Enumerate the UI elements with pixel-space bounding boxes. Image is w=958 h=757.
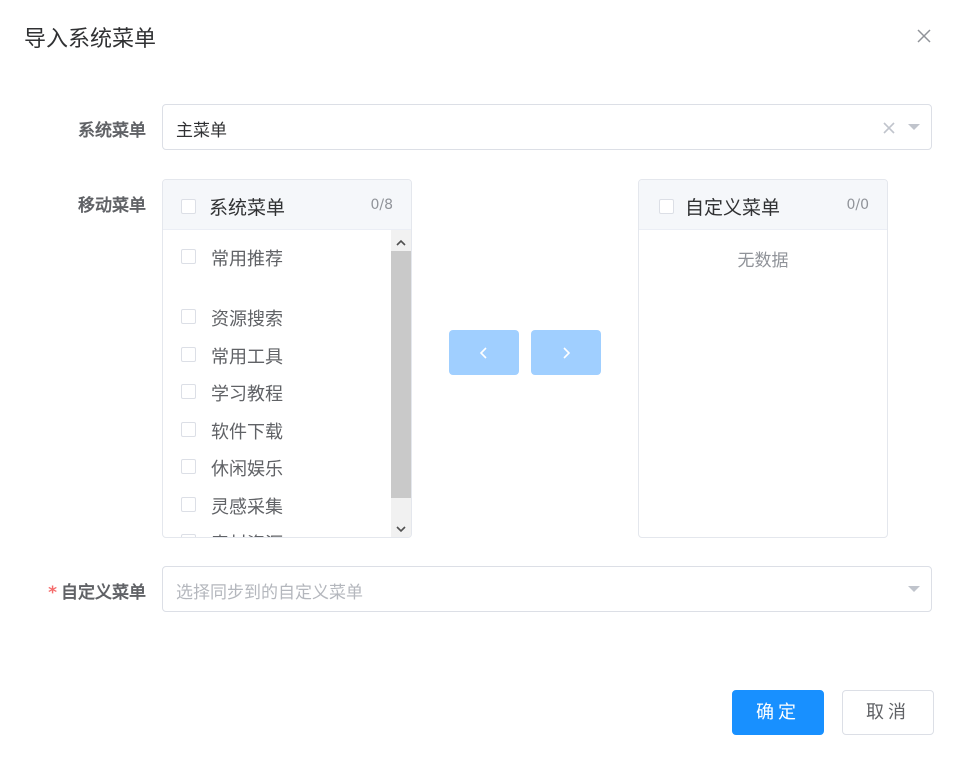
import-system-menu-dialog: 导入系统菜单 系统菜单 主菜单 移动菜单 系统菜单 0/8 常用推荐 资源搜索 …: [0, 0, 958, 757]
custom-menu-label: * 自定义菜单: [16, 578, 146, 603]
transfer-right-empty-text: 无数据: [737, 251, 789, 271]
list-item-label: 资源搜索: [211, 309, 283, 330]
transfer-left-select-all-checkbox[interactable]: [181, 199, 196, 214]
transfer-right-title: 自定义菜单: [685, 197, 781, 219]
list-item-checkbox[interactable]: [181, 384, 196, 399]
move-to-right-button[interactable]: [531, 330, 601, 375]
transfer-left-title: 系统菜单: [209, 197, 286, 219]
list-item-label: 常用推荐: [211, 249, 283, 270]
list-item[interactable]: 软件下载: [163, 415, 389, 445]
caret-down-icon: [908, 586, 920, 592]
chevron-left-icon: [479, 347, 487, 359]
scroll-down-icon[interactable]: [395, 520, 407, 533]
list-item-label: 素材资源: [211, 530, 283, 537]
transfer-left-count: 0/8: [370, 197, 393, 213]
list-item-label: 软件下载: [211, 422, 283, 443]
list-item[interactable]: 素材资源: [163, 527, 389, 537]
list-item-checkbox[interactable]: [181, 422, 196, 437]
list-item-checkbox[interactable]: [181, 459, 196, 474]
list-item[interactable]: 资源搜索: [163, 302, 389, 332]
list-item-checkbox[interactable]: [181, 249, 196, 264]
list-item-checkbox[interactable]: [181, 534, 196, 537]
required-mark: *: [48, 583, 57, 603]
system-menu-label: 系统菜单: [78, 121, 146, 141]
list-item-label: 灵感采集: [211, 497, 283, 518]
caret-down-icon: [908, 124, 920, 130]
dialog-title: 导入系统菜单: [24, 27, 157, 52]
list-item-label: 常用工具: [211, 347, 283, 368]
system-menu-select-value: 主菜单: [176, 121, 227, 141]
clear-icon[interactable]: [882, 120, 896, 134]
transfer-left-panel: 系统菜单 0/8 常用推荐 资源搜索 常用工具 学习教程 软件下载 休闲娱乐 灵…: [162, 179, 412, 538]
confirm-button[interactable]: 确定: [732, 690, 824, 735]
list-item-label: 休闲娱乐: [211, 459, 283, 480]
scrollbar-thumb[interactable]: [391, 251, 411, 498]
list-item[interactable]: 常用推荐: [163, 242, 389, 272]
list-item[interactable]: 灵感采集: [163, 490, 389, 520]
scroll-up-icon[interactable]: [395, 234, 407, 246]
transfer-right-panel: 自定义菜单 0/0 无数据: [638, 179, 888, 538]
custom-menu-select-placeholder: 选择同步到的自定义菜单: [176, 583, 363, 603]
close-icon: [917, 29, 931, 43]
close-button[interactable]: [914, 26, 934, 46]
transfer-left-scrollbar[interactable]: [391, 230, 411, 537]
list-item[interactable]: 休闲娱乐: [163, 452, 389, 482]
transfer-right-count: 0/0: [846, 197, 869, 213]
transfer-left-header: 系统菜单 0/8: [163, 180, 411, 230]
transfer-right-header: 自定义菜单 0/0: [639, 180, 887, 230]
list-item[interactable]: 常用工具: [163, 340, 389, 370]
list-item-checkbox[interactable]: [181, 497, 196, 512]
system-menu-select[interactable]: 主菜单: [162, 104, 932, 150]
custom-menu-label-text: 自定义菜单: [61, 583, 146, 603]
cancel-button[interactable]: 取消: [842, 690, 934, 735]
list-item[interactable]: 学习教程: [163, 377, 389, 407]
list-item-checkbox[interactable]: [181, 309, 196, 324]
list-item-checkbox[interactable]: [181, 347, 196, 362]
list-item-label: 学习教程: [211, 384, 283, 405]
move-menu-label: 移动菜单: [78, 196, 146, 216]
chevron-right-icon: [563, 347, 571, 359]
custom-menu-select[interactable]: 选择同步到的自定义菜单: [162, 566, 932, 612]
transfer-right-select-all-checkbox[interactable]: [659, 199, 674, 214]
move-to-left-button[interactable]: [449, 330, 519, 375]
